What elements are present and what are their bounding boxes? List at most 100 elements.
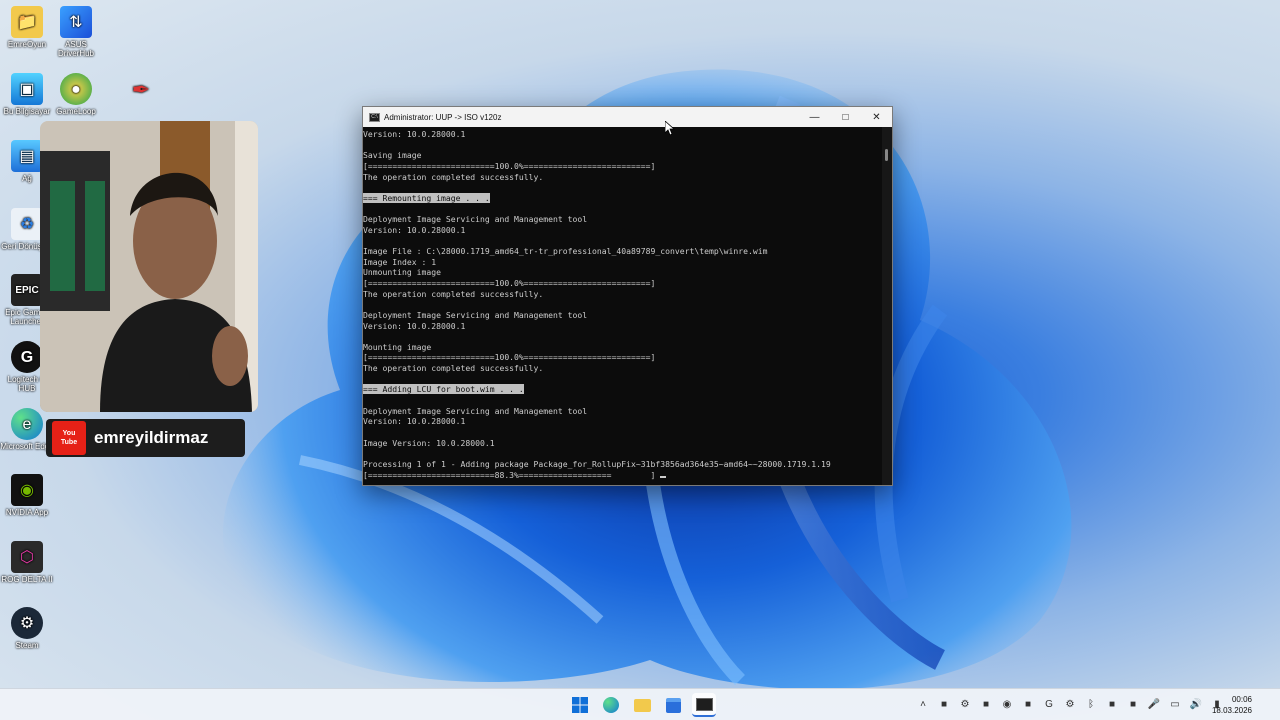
edge-icon: e [11,408,43,440]
close-button[interactable]: ✕ [861,107,892,127]
console-line-highlighted-text: === Adding LCU for boot.wim . . . [363,384,524,395]
nvidia-tray-icon[interactable]: ◉ [1000,697,1014,711]
console-line-text: The operation completed successfully. [363,288,544,299]
bluetooth-icon[interactable]: ᛒ [1084,697,1098,711]
computer-icon: ▣ [11,73,43,105]
steam-tray-icon[interactable]: ⚙ [958,697,972,711]
desktop-icon-pen-app[interactable]: ✒ [114,73,168,107]
rog-delta-icon: ⬡ [11,541,43,573]
console-line-text: Version: 10.0.28000.1 [363,320,466,331]
console-title-bar[interactable]: C:\ Administrator: UUP -> ISO v120z — □ … [363,107,892,127]
console-line: === Adding LCU for boot.wim . . . [363,384,882,395]
console-output[interactable]: Version: 10.0.28000.1 Saving image [======… [363,127,882,485]
taskbar-apps [568,693,716,717]
console-line-text: [==========================88.3%========… [363,469,661,480]
console-line: Mounting image [363,342,882,353]
windows-start-icon [572,697,588,713]
steam-icon: ⚙ [11,607,43,639]
app-tray-icon-4[interactable]: ■ [1105,697,1119,711]
console-line: [==========================88.3%========… [363,470,882,481]
system-tray: ˄ ■ ⚙ ■ ◉ ■ G ⚙ ᛒ ■ ■ 🎤 ▭ 🔊 ▮ [916,697,1224,711]
console-line-text: The operation completed successfully. [363,363,544,374]
console-line: Unmounting image [363,267,882,278]
console-line: Version: 10.0.28000.1 [363,416,882,427]
youtube-logo-text-bottom: Tube [60,439,78,446]
folder-icon: 📁 [11,6,43,38]
desktop-icon-steam[interactable]: ⚙ Steam [0,607,54,650]
console-line: Image Index : 1 [363,257,882,268]
app-tray-icon-1[interactable]: ■ [937,697,951,711]
taskbar-store-button[interactable] [661,693,685,717]
console-line-highlighted-text: === Remounting image . . . [363,192,490,203]
app-tray-icon-5[interactable]: ■ [1126,697,1140,711]
clock-time: 00:06 [1231,695,1252,704]
console-line: Deployment Image Servicing and Managemen… [363,406,882,417]
maximize-button[interactable]: □ [830,107,861,127]
desktop-icon-asus-driverhub[interactable]: ⇅ ASUS DriverHub [49,6,103,58]
store-icon [665,697,681,713]
console-line-text: Unmounting image [363,267,441,278]
desktop-icon-gameloop[interactable]: ● GameLoop [49,73,103,116]
console-line: Image Version: 10.0.28000.1 [363,438,882,449]
console-title: Administrator: UUP -> ISO v120z [384,112,502,122]
microphone-icon[interactable]: 🎤 [1147,697,1161,711]
recycle-bin-icon: ♻ [11,208,43,240]
console-scrollbar[interactable] [882,127,892,485]
show-hidden-icon[interactable]: ˄ [916,697,930,711]
console-line: The operation completed successfully. [363,289,882,300]
maximize-icon: □ [842,111,849,123]
clock-date: 18.03.2026 [1211,706,1252,715]
desktop-icon-label: ROG DELTA II [1,575,53,584]
scrollbar-thumb[interactable] [885,149,888,161]
console-line-text: Saving image [363,150,422,161]
console-window[interactable]: C:\ Administrator: UUP -> ISO v120z — □ … [362,106,893,486]
youtube-logo-text-top: You [62,430,76,437]
start-button[interactable] [568,693,592,717]
minimize-button[interactable]: — [799,107,830,127]
logitech-ghub-icon: G [11,341,43,373]
console-line-text: Mounting image [363,341,432,352]
desktop-icon-label: Ağ [22,174,32,183]
ghub-tray-icon[interactable]: G [1042,697,1056,711]
console-line: Version: 10.0.28000.1 [363,225,882,236]
clock[interactable]: 00:06 18.03.2026 [1212,694,1252,716]
desktop-icon-emreoyun[interactable]: 📁 EmreOyun [0,6,54,49]
desktop-icon-label: Bu Bilgisayar [3,107,51,116]
network-icon: ▤ [11,140,43,172]
terminal-icon [695,697,713,711]
desktop-icon-nvidia[interactable]: ◉ NVIDIA App [0,474,54,517]
desktop-icon-rog-delta[interactable]: ⬡ ROG DELTA II [0,541,54,584]
console-cursor [660,475,667,478]
desktop-icon-this-pc[interactable]: ▣ Bu Bilgisayar [0,73,54,116]
console-line-text: Processing 1 of 1 - Adding package Packa… [363,458,831,469]
console-line-text: [==========================100.0%=======… [363,160,656,171]
asus-driverhub-icon: ⇅ [60,6,92,38]
console-line: Saving image [363,150,882,161]
console-line: The operation completed successfully. [363,172,882,183]
youtube-channel-badge: You Tube emreyildirmaz [46,419,245,457]
console-line: [==========================100.0%=======… [363,352,882,363]
volume-icon[interactable]: 🔊 [1189,697,1203,711]
console-line-text: Version: 10.0.28000.1 [363,224,466,235]
taskbar-terminal-button[interactable] [692,693,716,717]
taskbar-edge-button[interactable] [599,693,623,717]
console-line: Deployment Image Servicing and Managemen… [363,214,882,225]
network-icon[interactable]: ▭ [1168,697,1182,711]
desktop-icon-label: GameLoop [56,107,96,116]
app-tray-icon-3[interactable]: ■ [1021,697,1035,711]
desktop-icon-label: ASUS DriverHub [57,40,94,58]
console-line: Processing 1 of 1 - Adding package Packa… [363,459,882,470]
settings-tray-icon[interactable]: ⚙ [1063,697,1077,711]
console-line-text: [==========================100.0%=======… [363,277,656,288]
console-line-text: Image Index : 1 [363,256,437,267]
app-tray-icon-2[interactable]: ■ [979,697,993,711]
edge-icon [603,697,619,713]
taskbar-file-explorer-button[interactable] [630,693,654,717]
